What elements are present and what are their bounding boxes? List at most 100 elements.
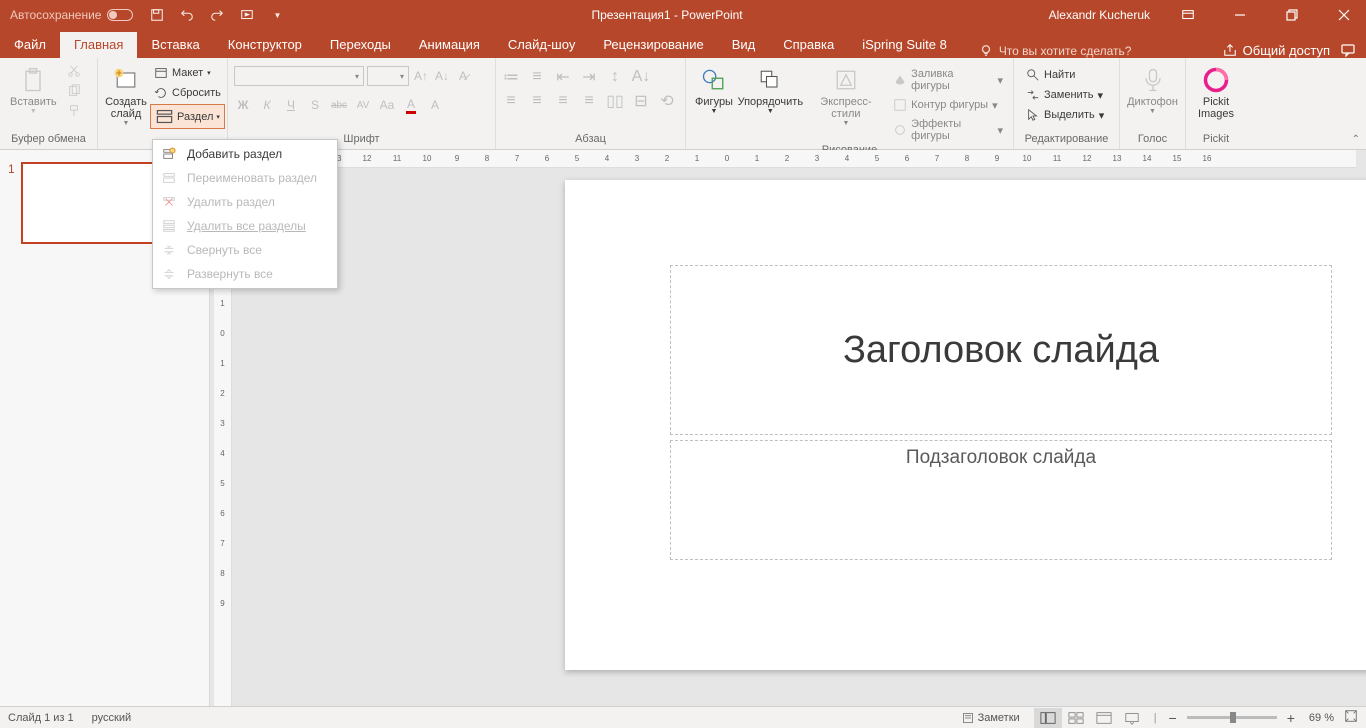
shapes-button[interactable]: Фигуры▼ xyxy=(692,62,736,117)
new-slide-label: Создать слайд xyxy=(105,96,147,120)
document-title: Презентация1 - PowerPoint xyxy=(285,8,1048,22)
title-placeholder[interactable]: Заголовок слайда xyxy=(670,265,1332,435)
menu-delete-all-sections: Удалить все разделы xyxy=(153,214,337,238)
notes-button[interactable]: Заметки xyxy=(962,712,1020,724)
decrease-font-icon: A↓ xyxy=(433,67,451,85)
pickit-icon xyxy=(1202,66,1230,94)
ribbon: Вставить ▼ Буфер обмена Создать слайд ▼ … xyxy=(0,58,1366,150)
justify-icon: ≡ xyxy=(580,92,598,110)
find-button[interactable]: Найти xyxy=(1022,66,1108,84)
redo-icon[interactable] xyxy=(209,7,225,23)
autosave-toggle[interactable]: Автосохранение xyxy=(10,8,133,22)
strike-button: abc xyxy=(330,96,348,114)
tab-animations[interactable]: Анимация xyxy=(405,32,494,58)
share-icon xyxy=(1223,43,1237,57)
zoom-in-button[interactable]: + xyxy=(1283,710,1299,726)
tab-home[interactable]: Главная xyxy=(60,32,137,58)
arrange-icon xyxy=(756,66,784,94)
subtitle-placeholder[interactable]: Подзаголовок слайда xyxy=(670,440,1332,560)
increase-font-icon: A↑ xyxy=(412,67,430,85)
align-left-icon: ≡ xyxy=(502,92,520,110)
group-clipboard: Вставить ▼ Буфер обмена xyxy=(0,58,98,149)
qat-dropdown-icon[interactable]: ▼ xyxy=(269,7,285,23)
toggle-icon xyxy=(107,9,133,21)
tab-ispring[interactable]: iSpring Suite 8 xyxy=(848,32,961,58)
clipboard-icon xyxy=(19,66,47,94)
reset-icon xyxy=(154,86,168,100)
undo-icon[interactable] xyxy=(179,7,195,23)
title-bar: Автосохранение ▼ Презентация1 - PowerPoi… xyxy=(0,0,1366,30)
reset-button[interactable]: Сбросить xyxy=(150,84,225,102)
language-indicator[interactable]: русский xyxy=(92,712,131,724)
group-editing: Найти Заменить ▾ Выделить ▾ Редактирован… xyxy=(1014,58,1120,149)
zoom-out-button[interactable]: − xyxy=(1165,710,1181,726)
save-icon[interactable] xyxy=(149,7,165,23)
share-button[interactable]: Общий доступ xyxy=(1223,43,1330,58)
thumbnail-preview xyxy=(21,162,167,244)
smartart-icon: ⟲ xyxy=(658,92,676,110)
tab-slideshow[interactable]: Слайд-шоу xyxy=(494,32,589,58)
tab-insert[interactable]: Вставка xyxy=(137,32,213,58)
columns-icon: ▯▯ xyxy=(606,92,624,110)
layout-icon xyxy=(154,66,168,80)
group-label-clipboard: Буфер обмена xyxy=(6,133,91,149)
menu-add-section[interactable]: Добавить раздел xyxy=(153,142,337,166)
tell-me-search[interactable]: Что вы хотите сделать? xyxy=(979,44,1132,58)
slide-sorter-button[interactable] xyxy=(1062,708,1090,728)
minimize-icon[interactable] xyxy=(1218,0,1262,30)
user-name[interactable]: Alexandr Kucheruk xyxy=(1049,8,1150,22)
tab-help[interactable]: Справка xyxy=(769,32,848,58)
font-name-combo: ▾ xyxy=(234,66,364,86)
ribbon-display-options-icon[interactable] xyxy=(1166,0,1210,30)
line-spacing-icon: ↕ xyxy=(606,68,624,86)
arrange-button[interactable]: Упорядочить▼ xyxy=(736,62,805,117)
pickit-button[interactable]: Pickit Images xyxy=(1192,62,1240,122)
close-icon[interactable] xyxy=(1322,0,1366,30)
new-slide-button[interactable]: Создать слайд ▼ xyxy=(104,62,148,129)
collapse-ribbon-icon[interactable]: ⌃ xyxy=(1352,134,1360,145)
section-button[interactable]: Раздел ▾ xyxy=(150,104,225,129)
select-button[interactable]: Выделить ▾ xyxy=(1022,106,1108,124)
group-font: ▾ ▾ A↑ A↓ A̷ Ж К Ч S abc AV Aa A A Шрифт xyxy=(228,58,496,149)
ribbon-tabs: Файл Главная Вставка Конструктор Переход… xyxy=(0,30,1366,58)
quick-styles-label: Экспресс-стили xyxy=(809,96,884,120)
zoom-percent[interactable]: 69 % xyxy=(1309,712,1334,724)
slideshow-view-button[interactable] xyxy=(1118,708,1146,728)
maximize-icon[interactable] xyxy=(1270,0,1314,30)
start-from-beginning-icon[interactable] xyxy=(239,7,255,23)
quick-access-toolbar: ▼ xyxy=(149,7,285,23)
font-color-button: A xyxy=(402,96,420,114)
paste-label: Вставить xyxy=(10,96,57,108)
group-pickit: Pickit Images Pickit xyxy=(1186,58,1246,149)
reading-view-button[interactable] xyxy=(1090,708,1118,728)
effects-icon xyxy=(893,123,907,137)
rename-section-icon xyxy=(161,170,177,186)
slide[interactable]: Заголовок слайда Подзаголовок слайда xyxy=(565,180,1366,670)
arrange-label: Упорядочить xyxy=(738,96,803,108)
layout-button[interactable]: Макет ▾ xyxy=(150,64,225,82)
microphone-icon xyxy=(1139,66,1167,94)
tab-view[interactable]: Вид xyxy=(718,32,770,58)
tab-review[interactable]: Рецензирование xyxy=(589,32,717,58)
shape-outline-button: Контур фигуры ▾ xyxy=(889,96,1007,114)
bold-button: Ж xyxy=(234,96,252,114)
replace-button[interactable]: Заменить ▾ xyxy=(1022,86,1108,104)
slide-counter[interactable]: Слайд 1 из 1 xyxy=(8,712,74,724)
thumbnail-number: 1 xyxy=(8,162,15,244)
fit-to-window-button[interactable] xyxy=(1344,709,1358,726)
zoom-slider[interactable] xyxy=(1187,716,1277,719)
normal-view-button[interactable] xyxy=(1034,708,1062,728)
slide-canvas-area[interactable]: Заголовок слайда Подзаголовок слайда xyxy=(210,150,1366,706)
tab-file[interactable]: Файл xyxy=(0,32,60,58)
comments-icon[interactable] xyxy=(1340,42,1356,58)
tab-transitions[interactable]: Переходы xyxy=(316,32,405,58)
outline-icon xyxy=(893,98,907,112)
italic-button: К xyxy=(258,96,276,114)
group-label-paragraph: Абзац xyxy=(502,133,679,149)
shapes-label: Фигуры xyxy=(695,96,733,108)
highlight-button: A xyxy=(426,96,444,114)
tab-design[interactable]: Конструктор xyxy=(214,32,316,58)
group-label-voice: Голос xyxy=(1126,133,1179,149)
font-size-combo: ▾ xyxy=(367,66,409,86)
section-icon xyxy=(155,107,174,126)
